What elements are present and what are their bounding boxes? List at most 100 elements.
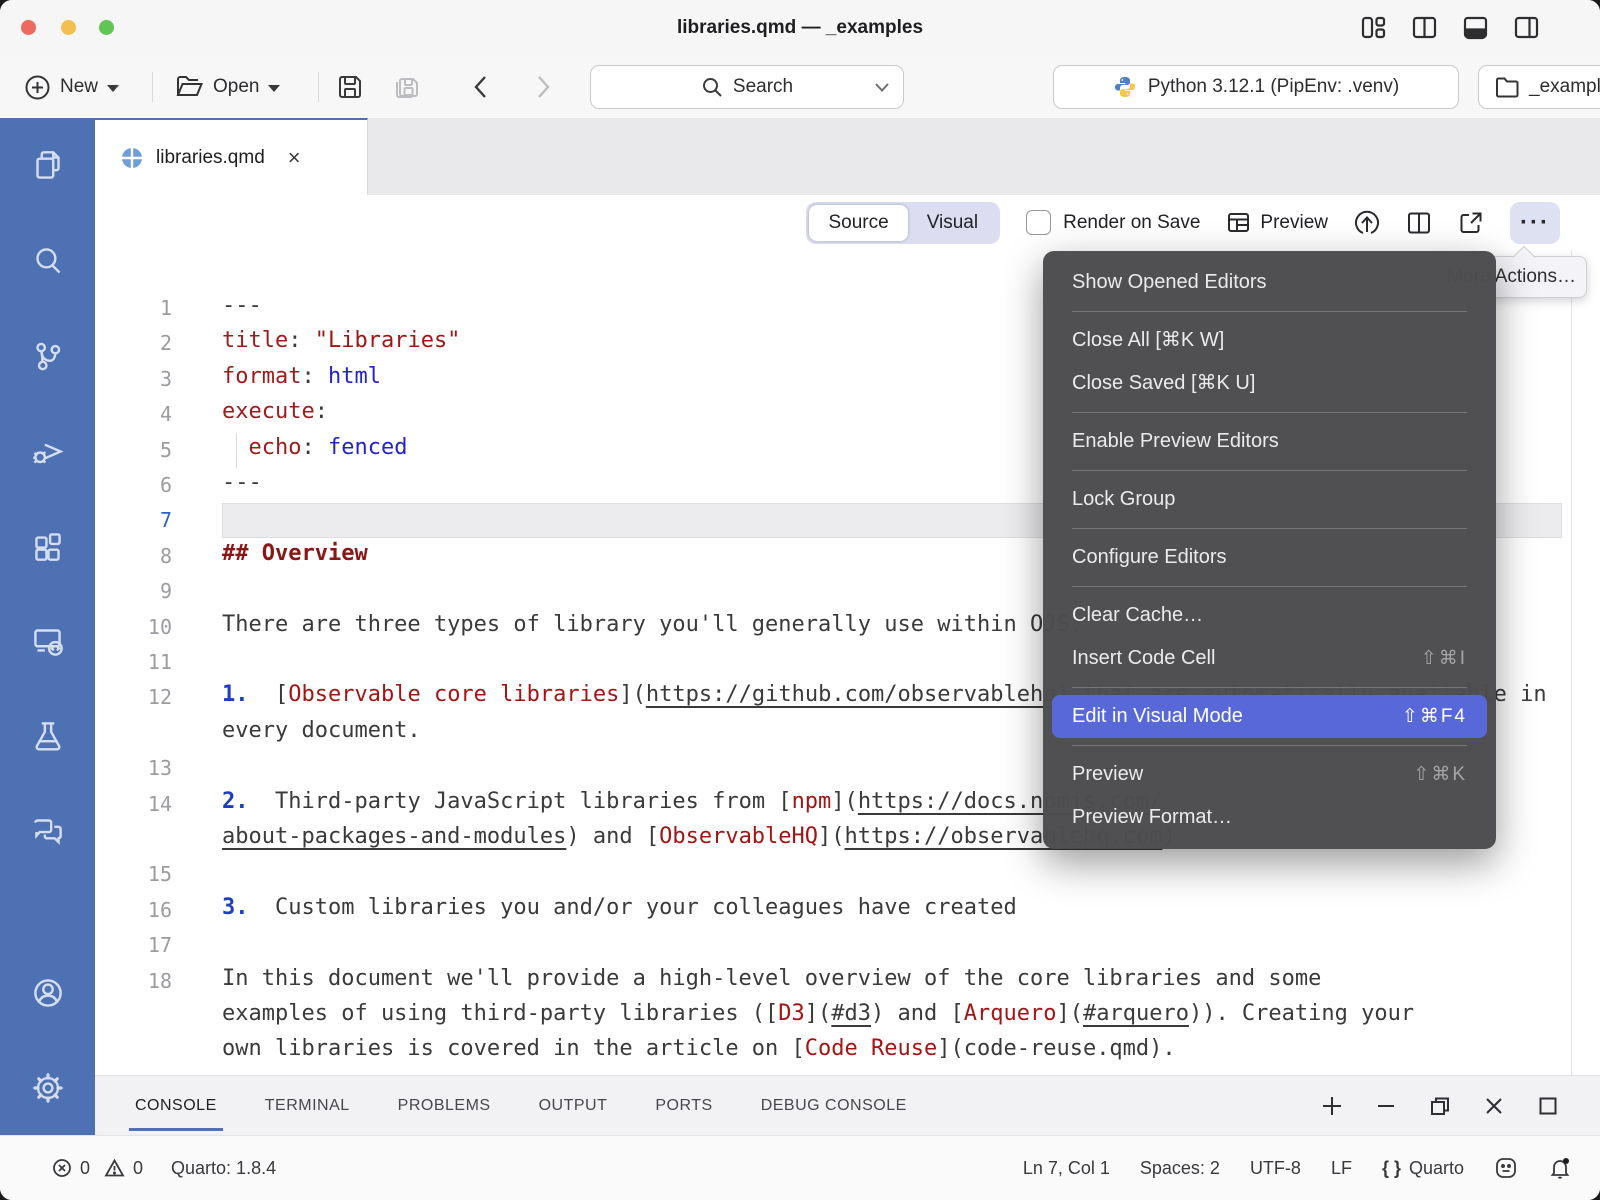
- menu-item-preview-format[interactable]: Preview Format…: [1043, 796, 1496, 839]
- editor-actions-context-menu: Show Opened Editors Close All [⌘K W]Close…: [1043, 251, 1496, 849]
- line-number: 7: [95, 508, 172, 532]
- preview-button[interactable]: Preview: [1226, 210, 1328, 235]
- panel-tab-problems[interactable]: PROBLEMS: [396, 1076, 493, 1136]
- close-panel-icon[interactable]: [1482, 1094, 1506, 1118]
- problems-status[interactable]: 0 0: [52, 1158, 143, 1179]
- new-button[interactable]: New: [24, 56, 119, 118]
- sidebar-item-run-debug[interactable]: [0, 403, 95, 498]
- app-window: libraries.qmd — _examples New Open: [0, 0, 1600, 1200]
- interpreter-selector[interactable]: Python 3.12.1 (PipEnv: .venv): [1053, 65, 1459, 109]
- toggle-secondary-sidebar-icon[interactable]: [1513, 14, 1540, 41]
- restore-panel-icon[interactable]: [1428, 1094, 1452, 1118]
- panel-tab-terminal[interactable]: TERMINAL: [263, 1076, 352, 1136]
- code-line: title: "Libraries": [222, 328, 460, 353]
- search-input[interactable]: Search: [590, 65, 904, 109]
- code-line: There are three types of library you'll …: [222, 612, 1083, 637]
- sidebar-item-explorer[interactable]: [0, 118, 95, 213]
- line-number: 5: [95, 438, 172, 462]
- menu-item-clear-cache[interactable]: Clear Cache…: [1043, 594, 1496, 637]
- menu-item-label: Configure Editors: [1072, 536, 1227, 579]
- visual-mode-button[interactable]: Visual: [908, 205, 997, 241]
- menu-item-configure-editors[interactable]: Configure Editors: [1043, 536, 1496, 579]
- menu-item-show-opened-editors[interactable]: Show Opened Editors: [1043, 261, 1496, 304]
- project-selector[interactable]: _examples: [1478, 65, 1600, 109]
- menu-item-label: Close All [⌘K W]: [1072, 319, 1224, 362]
- language-mode-status[interactable]: { } Quarto: [1382, 1158, 1464, 1179]
- eol-status[interactable]: LF: [1331, 1158, 1352, 1179]
- split-editor-layout-icon[interactable]: [1411, 14, 1438, 41]
- panel-tab-console[interactable]: CONSOLE: [133, 1076, 219, 1136]
- menu-separator: [1072, 687, 1467, 688]
- sidebar-item-testing[interactable]: [0, 688, 95, 783]
- feedback-smiley-icon[interactable]: [1494, 1156, 1518, 1180]
- minimize-panel-icon[interactable]: [1374, 1094, 1398, 1118]
- sidebar-item-search[interactable]: [0, 213, 95, 308]
- panel-tab-output[interactable]: OUTPUT: [537, 1076, 610, 1136]
- menu-item-label: Insert Code Cell: [1072, 637, 1215, 680]
- navigate-forward-button[interactable]: [532, 56, 554, 118]
- notifications-bell-icon[interactable]: [1548, 1156, 1572, 1180]
- code-line: about-packages-and-modules) and [Observa…: [222, 824, 1176, 849]
- line-number: 2: [95, 331, 172, 355]
- menu-item-close-all-k-w[interactable]: Close All [⌘K W]: [1043, 319, 1496, 362]
- render-on-save-checkbox[interactable]: [1026, 210, 1051, 235]
- save-button[interactable]: [336, 56, 364, 118]
- chevron-down-icon: [107, 85, 119, 92]
- menu-separator: [1072, 528, 1467, 529]
- sidebar-item-account[interactable]: [0, 945, 95, 1040]
- code-line: execute:: [222, 399, 328, 424]
- encoding-status[interactable]: UTF-8: [1250, 1158, 1301, 1179]
- line-number: 1: [95, 296, 172, 320]
- toggle-panel-icon[interactable]: [1462, 14, 1489, 41]
- editor-tab-strip: libraries.qmd ×: [95, 118, 1600, 195]
- customize-layout-icon[interactable]: [1360, 14, 1387, 41]
- menu-item-lock-group[interactable]: Lock Group: [1043, 478, 1496, 521]
- code-line: ---: [222, 293, 262, 318]
- source-mode-button[interactable]: Source: [809, 205, 907, 241]
- sidebar-item-source-control[interactable]: [0, 308, 95, 403]
- maximize-panel-icon[interactable]: [1536, 1094, 1560, 1118]
- sidebar-item-comments[interactable]: [0, 783, 95, 878]
- code-line: ## Overview: [222, 541, 368, 566]
- panel-tab-ports[interactable]: PORTS: [653, 1076, 714, 1136]
- menu-item-label: Enable Preview Editors: [1072, 420, 1279, 463]
- line-number: 6: [95, 473, 172, 497]
- line-number: 18: [95, 969, 172, 993]
- menu-item-enable-preview-editors[interactable]: Enable Preview Editors: [1043, 420, 1496, 463]
- sidebar-item-extensions[interactable]: [0, 498, 95, 593]
- sidebar-item-remote-explorer[interactable]: [0, 593, 95, 688]
- publish-icon[interactable]: [1354, 210, 1380, 236]
- editor-scrollbar-border: [1571, 250, 1572, 1075]
- menu-separator: [1072, 412, 1467, 413]
- menu-item-label: Preview: [1072, 753, 1143, 796]
- menu-item-close-saved-k-u[interactable]: Close Saved [⌘K U]: [1043, 362, 1496, 405]
- code-line: own libraries is covered in the article …: [222, 1036, 1176, 1061]
- menu-item-edit-in-visual-mode[interactable]: Edit in Visual Mode⇧⌘F4: [1052, 695, 1487, 738]
- open-in-new-window-icon[interactable]: [1458, 210, 1484, 236]
- more-actions-button[interactable]: ···: [1510, 202, 1560, 244]
- project-label: _examples: [1529, 76, 1600, 98]
- error-icon: [52, 1158, 72, 1178]
- navigate-back-button[interactable]: [470, 56, 492, 118]
- render-on-save-option[interactable]: Render on Save: [1026, 210, 1200, 235]
- quarto-version-status[interactable]: Quarto: 1.8.4: [171, 1158, 276, 1179]
- close-icon[interactable]: ×: [288, 145, 301, 171]
- indentation-status[interactable]: Spaces: 2: [1140, 1158, 1220, 1179]
- chevron-down-icon: [875, 83, 889, 92]
- split-editor-icon[interactable]: [1406, 210, 1432, 236]
- open-button-label: Open: [213, 76, 259, 98]
- menu-item-preview[interactable]: Preview⇧⌘K: [1043, 753, 1496, 796]
- panel-tab-debug-console[interactable]: DEBUG CONSOLE: [759, 1076, 909, 1136]
- new-console-icon[interactable]: [1320, 1094, 1344, 1118]
- tab-libraries-qmd[interactable]: libraries.qmd ×: [95, 118, 368, 195]
- save-all-button[interactable]: [392, 56, 422, 118]
- sidebar-item-settings[interactable]: [0, 1040, 95, 1135]
- search-icon: [701, 76, 723, 98]
- line-number: 4: [95, 402, 172, 426]
- cursor-position-status[interactable]: Ln 7, Col 1: [1023, 1158, 1110, 1179]
- line-number: 17: [95, 933, 172, 957]
- menu-separator: [1072, 586, 1467, 587]
- menu-item-insert-code-cell[interactable]: Insert Code Cell⇧⌘I: [1043, 637, 1496, 680]
- open-button[interactable]: Open: [176, 56, 280, 118]
- menu-item-label: Clear Cache…: [1072, 594, 1203, 637]
